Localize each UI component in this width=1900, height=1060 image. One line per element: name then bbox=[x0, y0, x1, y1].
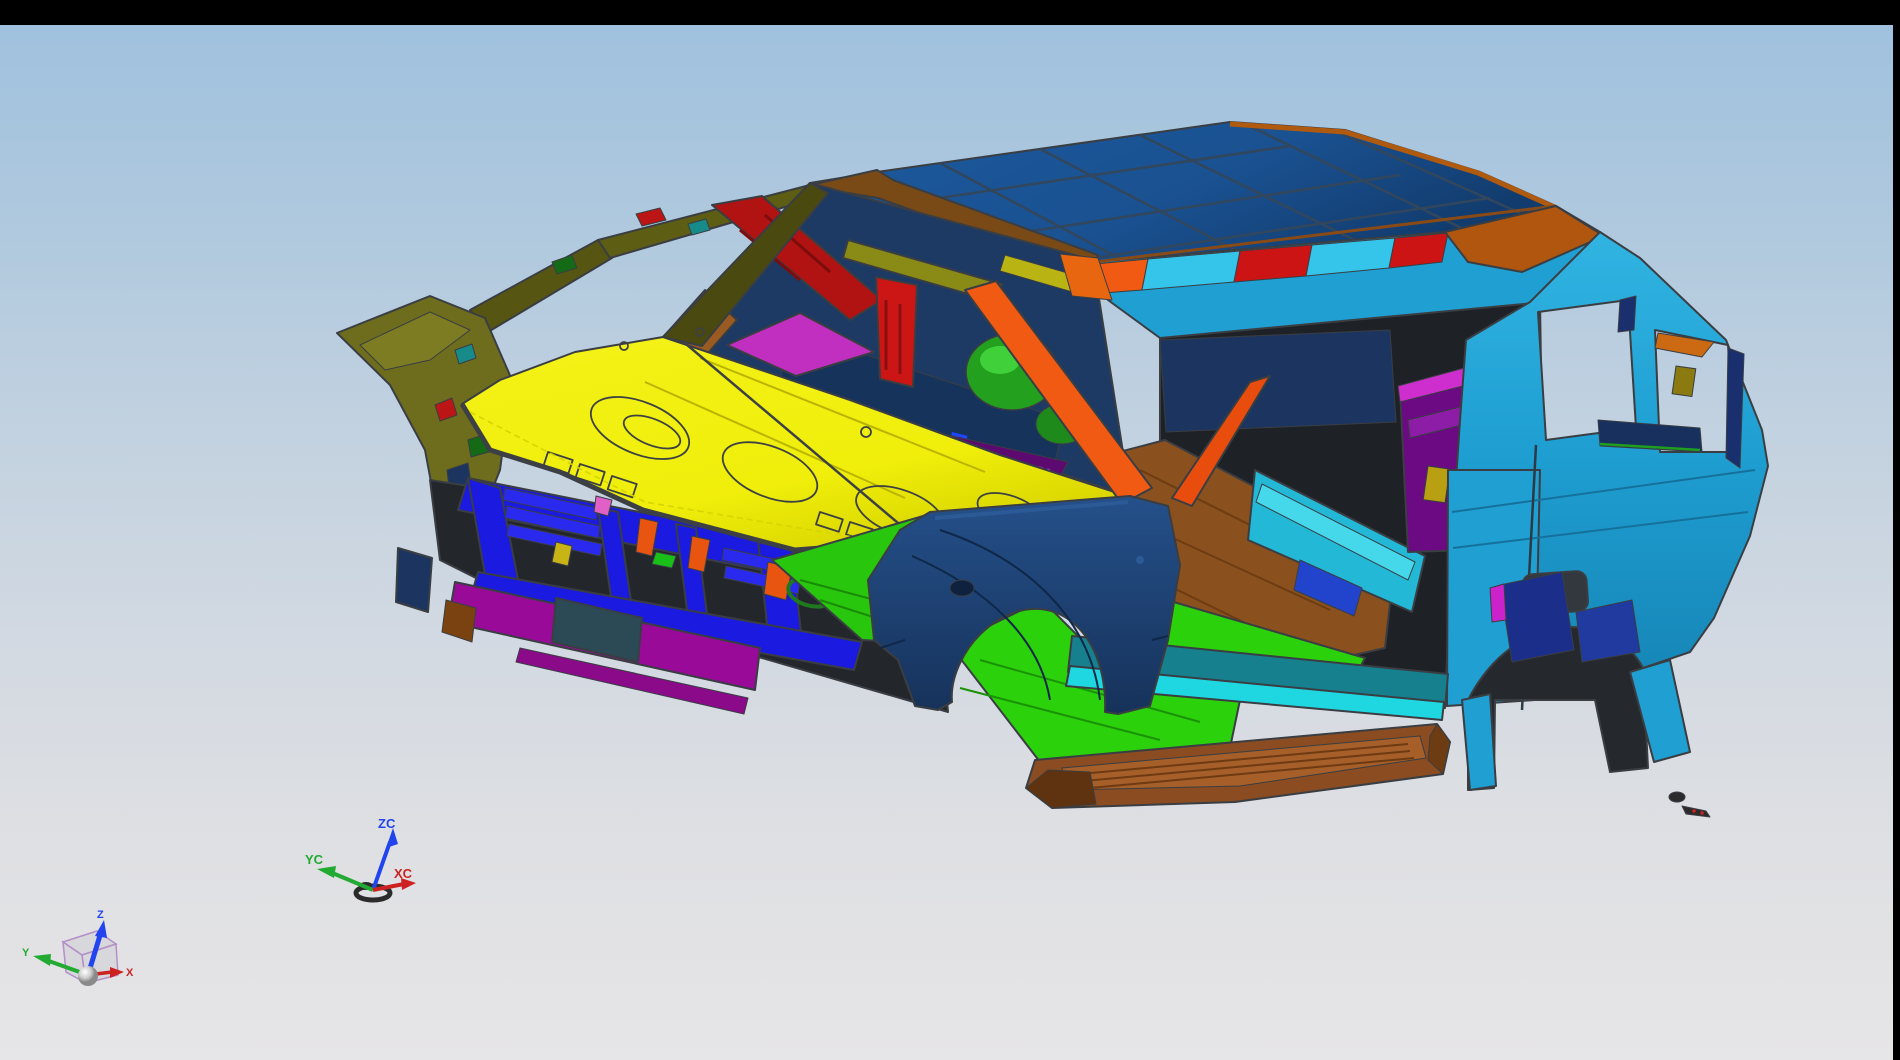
view-origin-sphere[interactable] bbox=[78, 966, 98, 986]
rail-strip-red[interactable] bbox=[1234, 245, 1312, 282]
view-y-arrow[interactable] bbox=[33, 954, 51, 966]
wcs-x-label: XC bbox=[394, 866, 413, 881]
wcs-y-label: YC bbox=[305, 852, 324, 867]
wcs-z-arrow[interactable] bbox=[386, 828, 398, 848]
top-window-bar bbox=[0, 0, 1900, 25]
bumper-cap[interactable] bbox=[442, 600, 476, 642]
dash-brace-red[interactable] bbox=[876, 277, 917, 387]
view-z-arrow[interactable] bbox=[95, 920, 107, 938]
right-window-bar bbox=[1893, 0, 1900, 1060]
wcs-y-arrow[interactable] bbox=[317, 866, 336, 878]
view-orientation-triad[interactable]: Z Y X bbox=[22, 909, 134, 986]
debris-fragments[interactable] bbox=[1669, 792, 1710, 817]
wcs-z-label: ZC bbox=[378, 816, 396, 831]
view-y-label: Y bbox=[22, 947, 30, 959]
wcs-triad[interactable]: ZC YC XC bbox=[305, 816, 416, 900]
cad-application-window: ZC YC XC Z Y X bbox=[0, 0, 1900, 1060]
graphics-viewport[interactable]: ZC YC XC Z Y X bbox=[0, 25, 1893, 1060]
arch-inner-navy[interactable] bbox=[1500, 572, 1574, 662]
left-bracket[interactable] bbox=[396, 548, 432, 612]
model-canvas[interactable]: ZC YC XC Z Y X bbox=[0, 25, 1893, 1060]
view-x-label: X bbox=[126, 967, 134, 979]
suv-body-model[interactable] bbox=[337, 122, 1768, 817]
view-z-label: Z bbox=[97, 909, 104, 921]
